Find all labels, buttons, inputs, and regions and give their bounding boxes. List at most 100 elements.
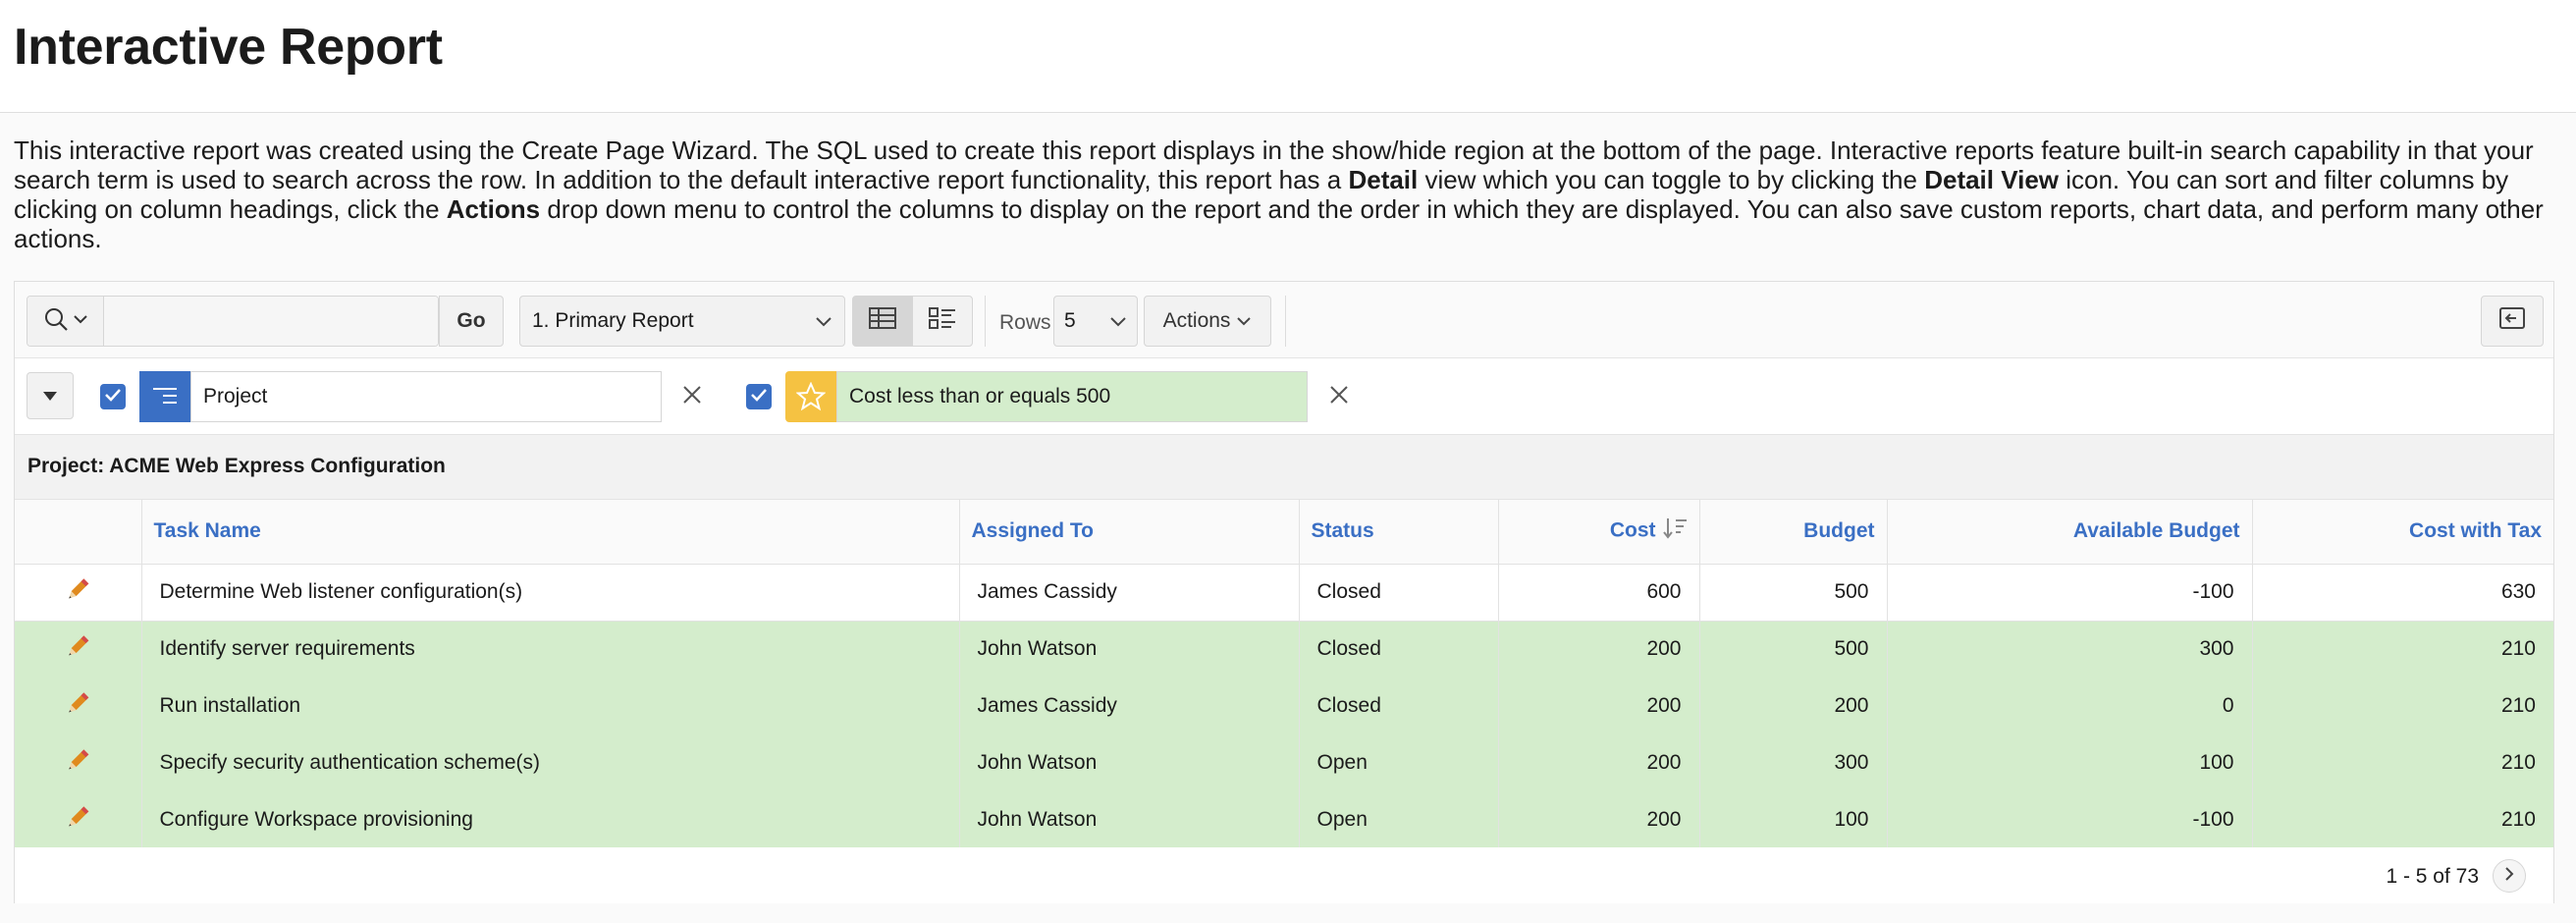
page-description: This interactive report was created usin… xyxy=(14,136,2566,253)
go-button[interactable]: Go xyxy=(439,296,504,347)
cell-task: Identify server requirements xyxy=(141,621,960,678)
highlight-label: Cost less than or equals 500 xyxy=(849,385,1111,407)
cell-budget: 100 xyxy=(1699,791,1888,848)
cell-status: Open xyxy=(1299,734,1499,791)
group-by-filter[interactable]: Project xyxy=(190,371,662,422)
toolbar-separator xyxy=(985,296,986,347)
column-header-available-budget[interactable]: Available Budget xyxy=(1887,500,2253,565)
report-settings-bar: Project Cost less than or equals 500 xyxy=(15,358,2553,435)
group-by-checkbox[interactable] xyxy=(100,384,126,409)
column-header-budget[interactable]: Budget xyxy=(1699,500,1888,565)
checkmark-icon xyxy=(104,388,122,407)
rows-per-page-select[interactable]: 5 xyxy=(1053,296,1138,347)
cell-task: Determine Web listener configuration(s) xyxy=(141,564,960,622)
remove-highlight-button[interactable] xyxy=(1321,379,1357,414)
cell-tax: 630 xyxy=(2252,564,2553,622)
highlight-checkbox[interactable] xyxy=(746,384,772,409)
control-break-header: Project: ACME Web Express Configuration xyxy=(15,435,2553,500)
close-icon xyxy=(1328,384,1350,410)
checkmark-icon xyxy=(750,388,768,407)
group-by-label: Project xyxy=(203,385,268,407)
cell-budget: 500 xyxy=(1699,564,1888,622)
close-icon xyxy=(681,384,703,410)
saved-report-value: 1. Primary Report xyxy=(532,309,694,332)
column-header-status[interactable]: Status xyxy=(1299,500,1499,565)
view-report-button[interactable] xyxy=(852,296,913,347)
highlight-icon xyxy=(785,371,836,422)
table-row: Determine Web listener configuration(s) J… xyxy=(15,564,2553,622)
highlight-filter[interactable]: Cost less than or equals 500 xyxy=(836,371,1308,422)
column-header-edit xyxy=(15,500,142,565)
cell-budget: 200 xyxy=(1699,678,1888,734)
pagination-label: 1 - 5 of 73 xyxy=(2386,865,2479,888)
cell-cost: 200 xyxy=(1498,621,1700,678)
table-header-row: Task Name Assigned To Status Cost Budget… xyxy=(15,500,2553,565)
remove-group-by-button[interactable] xyxy=(674,379,710,414)
cell-assigned: John Watson xyxy=(959,734,1300,791)
cell-status: Closed xyxy=(1299,564,1499,622)
cell-budget: 500 xyxy=(1699,621,1888,678)
collapse-settings-button[interactable] xyxy=(27,372,74,419)
column-header-cost-label: Cost xyxy=(1609,518,1656,542)
column-header-task-name[interactable]: Task Name xyxy=(141,500,960,565)
cell-task: Specify security authentication scheme(s… xyxy=(141,734,960,791)
description-text-2: view which you can toggle to by clicking… xyxy=(1418,165,1925,194)
cell-status: Open xyxy=(1299,791,1499,848)
actions-label: Actions xyxy=(1162,309,1231,332)
cell-cost: 200 xyxy=(1498,791,1700,848)
cell-tax: 210 xyxy=(2252,621,2553,678)
column-header-cost[interactable]: Cost xyxy=(1498,500,1700,565)
chevron-right-icon xyxy=(2503,866,2515,887)
table-row: Identify server requirements John Watson C… xyxy=(15,621,2553,678)
edit-cell xyxy=(15,678,142,734)
toolbar-separator xyxy=(1285,296,1286,347)
cell-assigned: John Watson xyxy=(959,791,1300,848)
cell-tax: 210 xyxy=(2252,678,2553,734)
search-column-button[interactable] xyxy=(27,297,104,346)
reset-report-button[interactable] xyxy=(2481,296,2544,347)
cell-task: Configure Workspace provisioning xyxy=(141,791,960,848)
next-page-button[interactable] xyxy=(2493,859,2526,893)
cell-available: 100 xyxy=(1887,734,2253,791)
search-icon xyxy=(43,306,69,337)
edit-pencil-icon[interactable] xyxy=(63,578,92,609)
saved-report-select[interactable]: 1. Primary Report xyxy=(519,296,845,347)
description-bold-actions: Actions xyxy=(446,194,541,224)
edit-cell xyxy=(15,564,142,622)
table-grid-icon xyxy=(869,307,896,335)
edit-cell xyxy=(15,791,142,848)
edit-pencil-icon[interactable] xyxy=(63,692,92,723)
column-header-cost-with-tax[interactable]: Cost with Tax xyxy=(2252,500,2553,565)
cell-assigned: John Watson xyxy=(959,621,1300,678)
cell-tax: 210 xyxy=(2252,791,2553,848)
report-table: Task Name Assigned To Status Cost Budget… xyxy=(15,500,2553,848)
chevron-down-icon xyxy=(815,309,832,333)
edit-pencil-icon[interactable] xyxy=(63,635,92,666)
cell-cost: 200 xyxy=(1498,734,1700,791)
chevron-down-icon xyxy=(1236,309,1252,333)
cell-status: Closed xyxy=(1299,621,1499,678)
description-bold-detail-view: Detail View xyxy=(1924,165,2060,194)
sort-ascending-icon xyxy=(1662,516,1688,546)
cell-tax: 210 xyxy=(2252,734,2553,791)
cell-available: -100 xyxy=(1887,791,2253,848)
cell-available: -100 xyxy=(1887,564,2253,622)
cell-available: 0 xyxy=(1887,678,2253,734)
cell-available: 300 xyxy=(1887,621,2253,678)
table-row: Run installation James Cassidy Closed 200 20… xyxy=(15,678,2553,734)
column-header-assigned-to[interactable]: Assigned To xyxy=(959,500,1300,565)
cell-status: Closed xyxy=(1299,678,1499,734)
caret-down-icon xyxy=(42,384,58,407)
cell-cost: 600 xyxy=(1498,564,1700,622)
rows-label: Rows xyxy=(999,311,1051,334)
actions-menu-button[interactable]: Actions xyxy=(1144,296,1271,347)
edit-cell xyxy=(15,621,142,678)
edit-pencil-icon[interactable] xyxy=(63,806,92,837)
cell-assigned: James Cassidy xyxy=(959,564,1300,622)
view-detail-button[interactable] xyxy=(912,296,973,347)
search-input[interactable] xyxy=(104,297,438,346)
report-toolbar: Go 1. Primary Report Rows 5 Actions xyxy=(15,282,2553,358)
search-box xyxy=(27,296,439,347)
edit-pencil-icon[interactable] xyxy=(63,749,92,780)
table-row: Configure Workspace provisioning John Wat… xyxy=(15,791,2553,848)
